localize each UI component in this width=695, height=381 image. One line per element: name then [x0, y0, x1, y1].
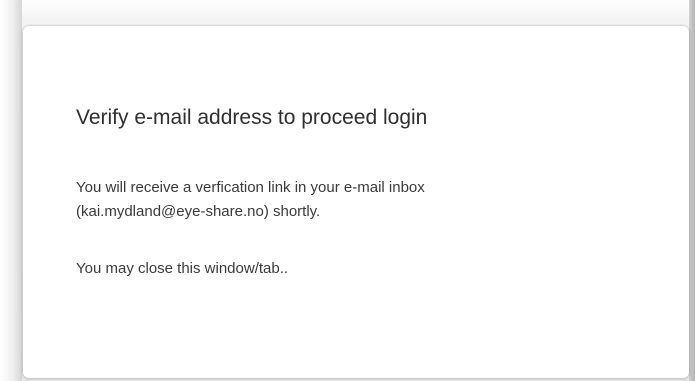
backdrop-top-edge — [0, 0, 695, 22]
dialog-title: Verify e-mail address to proceed login — [76, 106, 428, 129]
message-line-2: (kai.mydland@eye-share.no) shortly. — [76, 203, 321, 220]
close-window-note: You may close this window/tab.. — [76, 260, 289, 277]
message-line-1: You will receive a verfication link in y… — [76, 179, 425, 196]
verification-message: You will receive a verfication link in y… — [76, 176, 656, 224]
verification-dialog: Verify e-mail address to proceed login Y… — [23, 26, 689, 378]
backdrop-right-edge — [689, 0, 695, 381]
backdrop-left-edge — [0, 0, 22, 381]
